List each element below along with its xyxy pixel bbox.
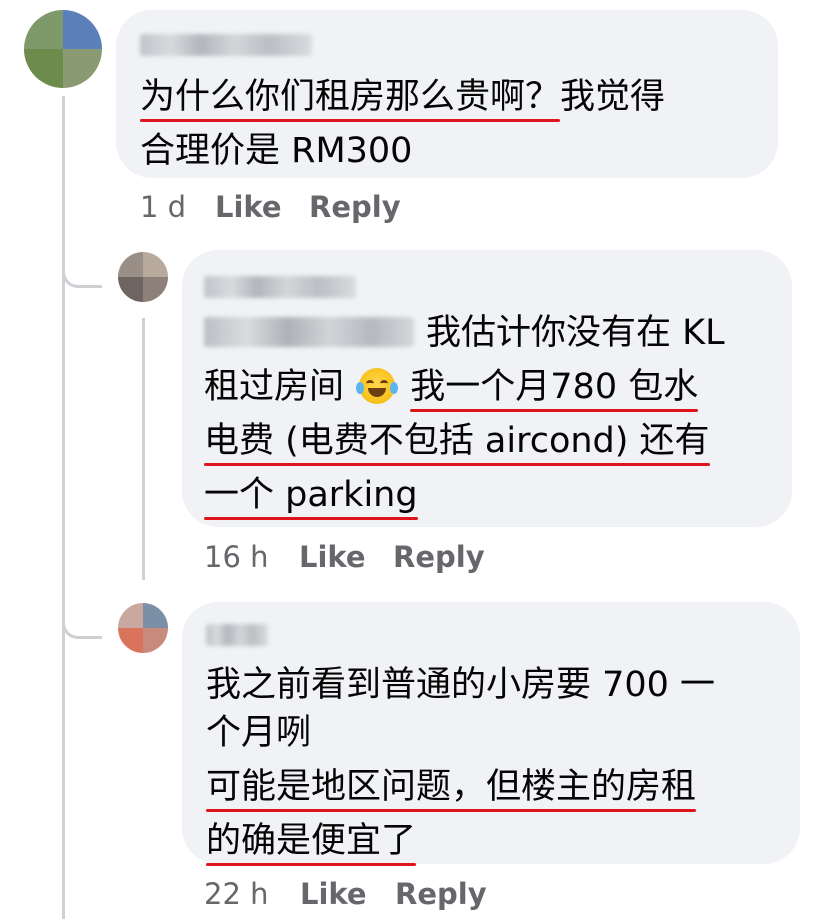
comment-bubble: 我估计你没有在 KL 租过房间 我一个月780 包水 电费 (电费不包括 air…: [182, 250, 792, 527]
thread-line: [62, 96, 65, 919]
thread-line-reply: [142, 318, 145, 580]
avatar[interactable]: [118, 603, 168, 653]
timestamp[interactable]: 16 h: [204, 540, 269, 574]
like-button[interactable]: Like: [299, 540, 366, 574]
author-name[interactable]: [140, 34, 312, 56]
mentioned-name[interactable]: [204, 317, 414, 347]
comment-bubble: 为什么你们租房那么贵啊？我觉得 合理价是 RM300: [116, 10, 778, 178]
timestamp[interactable]: 22 h: [204, 877, 269, 911]
reply-button[interactable]: Reply: [395, 877, 487, 911]
reply-button[interactable]: Reply: [393, 540, 485, 574]
author-name[interactable]: [204, 276, 356, 298]
comment-bubble: 我之前看到普通的小房要 700 一 个月咧 可能是地区问题，但楼主的房租 的确是…: [182, 602, 800, 866]
reply-button[interactable]: Reply: [309, 190, 401, 224]
like-button[interactable]: Like: [215, 190, 282, 224]
face-with-tears-of-joy-icon: [356, 368, 399, 404]
like-button[interactable]: Like: [300, 877, 367, 911]
comment-text: 为什么你们租房那么贵啊？我觉得 合理价是 RM300: [140, 70, 665, 178]
thread-connector: [62, 235, 102, 288]
timestamp[interactable]: 1 d: [140, 190, 186, 224]
comment-text: 我估计你没有在 KL 租过房间 我一个月780 包水 电费 (电费不包括 air…: [204, 306, 725, 522]
avatar[interactable]: [118, 252, 168, 302]
thread-connector: [62, 586, 102, 639]
author-name[interactable]: [206, 624, 268, 646]
avatar[interactable]: [24, 10, 102, 88]
comment-text: 我之前看到普通的小房要 700 一 个月咧 可能是地区问题，但楼主的房租 的确是…: [206, 658, 715, 868]
